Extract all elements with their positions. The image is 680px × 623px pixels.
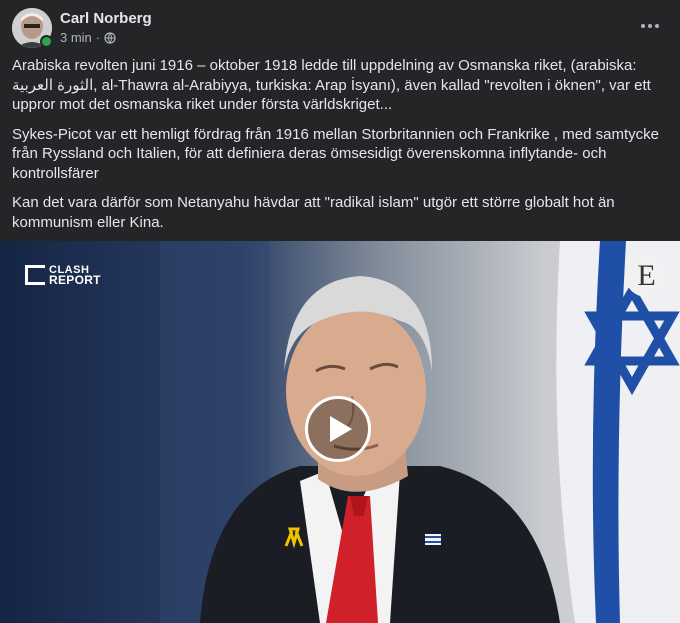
author-name[interactable]: Carl Norberg [60,10,152,27]
play-icon [330,416,352,442]
clash-report-mark-icon [25,265,45,285]
meta-separator: · [95,30,101,45]
post-header: Carl Norberg 3 min · [12,8,668,48]
post-paragraph: Kan det vara därför som Netanyahu hävdar… [12,194,615,231]
post-timestamp[interactable]: 3 min [60,30,92,45]
globe-icon [104,31,116,44]
post-text: Arabiska revolten juni 1916 – oktober 19… [12,56,668,242]
facebook-post: Carl Norberg 3 min · Arabiska revolten j… [0,0,680,623]
clash-report-logo: CLASH REPORT [25,265,101,287]
post-paragraph: Arabiska revolten juni 1916 – oktober 19… [12,57,651,113]
more-options-icon-dot [641,24,645,28]
video-player[interactable]: CLASH REPORT E [0,241,680,623]
brand-bottom-text: REPORT [49,273,101,287]
more-options-icon-dot [655,24,659,28]
publisher-logo: E [625,254,668,297]
author-avatar[interactable] [12,8,53,48]
play-button[interactable] [305,396,371,462]
more-options-icon-dot [648,24,652,28]
post-paragraph: Sykes-Picot var ett hemligt fördrag från… [12,125,659,182]
more-options-button[interactable] [632,12,668,40]
post-meta: 3 min · [60,30,116,45]
online-status-dot [40,35,53,48]
